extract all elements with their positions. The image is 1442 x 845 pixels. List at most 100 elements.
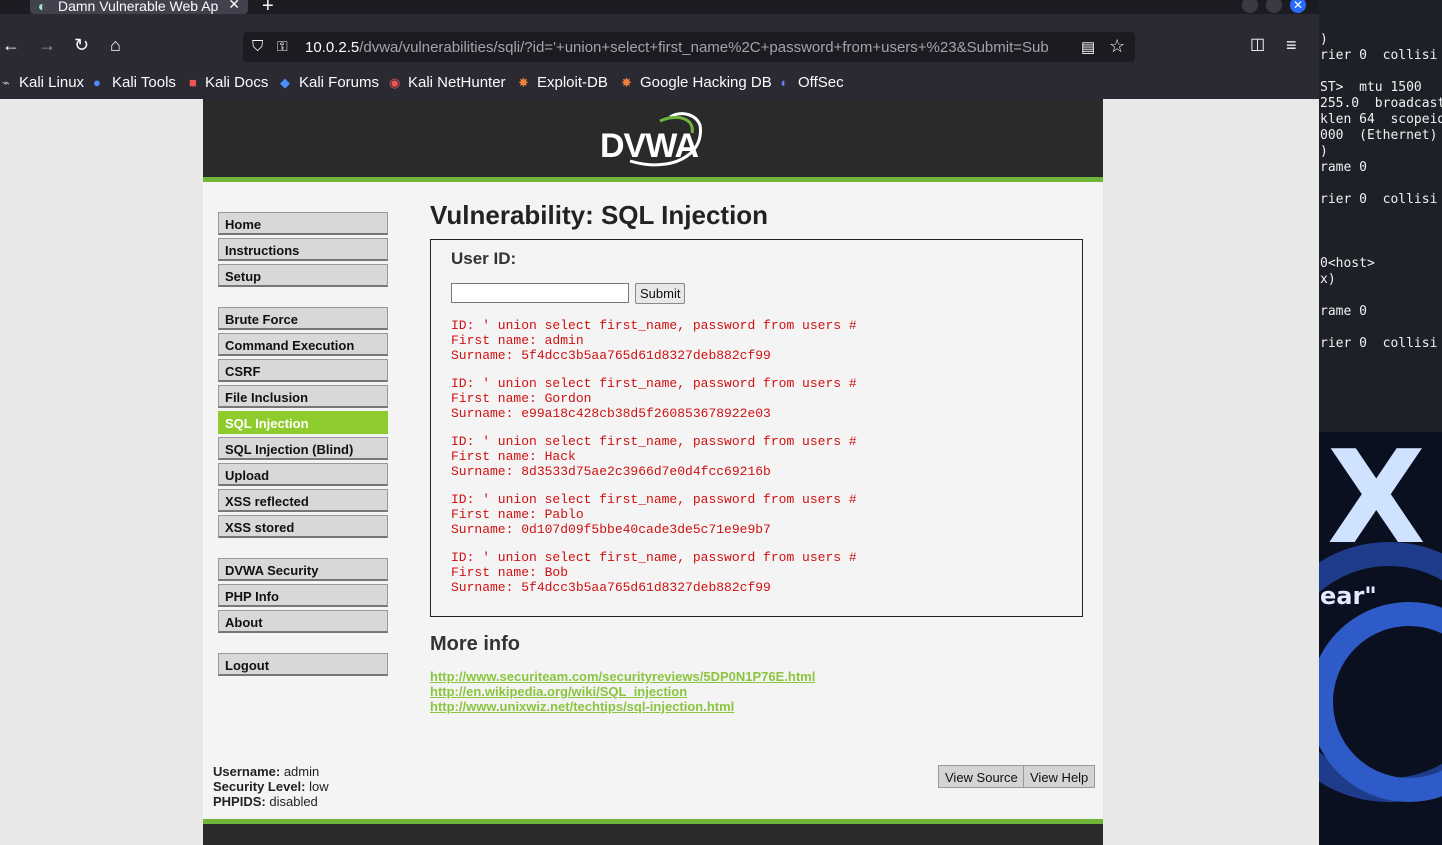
menu-item-home[interactable]: Home: [218, 212, 388, 235]
bookmark-offsec[interactable]: ◖ OffSec: [779, 74, 844, 91]
result-first-name: First name: Bob: [451, 565, 569, 580]
menu-item-instructions[interactable]: Instructions: [218, 238, 388, 261]
url-host: 10.0.2.5: [305, 39, 360, 56]
menu-icon[interactable]: ≡: [1286, 36, 1297, 54]
result-surname: Surname: 8d3533d75ae2c3966d7e0d4fcc69216…: [451, 464, 771, 479]
menu-item-upload[interactable]: Upload: [218, 463, 388, 486]
vulnerable-code-area: User ID: Submit ID: ' union select first…: [430, 239, 1083, 617]
result-first-name: First name: Hack: [451, 449, 576, 464]
navigation-toolbar: ← → ↻ ⌂ ⛉ ⚿ 10.0.2.5/dvwa/vulnerabilitie…: [0, 14, 1319, 66]
bookmark-kali-docs[interactable]: ■ Kali Docs: [189, 74, 268, 91]
browser-window: ◐ Damn Vulnerable Web Ap ✕ + ✕ ← → ↻ ⌂ ⛉ …: [0, 0, 1319, 845]
result-surname: Surname: 5f4dcc3b5aa765d61d8327deb882cf9…: [451, 348, 771, 363]
user-id-label: User ID:: [451, 249, 517, 268]
terminal-line: rame 0: [1320, 160, 1367, 175]
pocket-icon[interactable]: ◫: [1250, 36, 1265, 54]
username-row: Username: admin: [213, 764, 329, 779]
tracking-shield-icon[interactable]: ⛉: [252, 38, 263, 55]
bookmark-kali-forums[interactable]: ◆ Kali Forums: [280, 74, 379, 91]
kali-icon: ⌁: [2, 75, 10, 90]
dvwa-footer: [203, 819, 1103, 845]
menu-item-command-execution[interactable]: Command Execution: [218, 333, 388, 356]
terminal-line: rier 0 collisi: [1320, 336, 1438, 351]
minimize-button[interactable]: [1242, 0, 1258, 13]
terminal-line: rier 0 collisi: [1320, 192, 1438, 207]
tab-dvwa[interactable]: ◐ Damn Vulnerable Web Ap ✕: [30, 0, 248, 14]
offsec-icon: ◖: [779, 75, 787, 90]
terminal-line: klen 64 scopeid: [1320, 112, 1442, 127]
menu-item-php-info[interactable]: PHP Info: [218, 584, 388, 607]
forward-icon[interactable]: →: [38, 36, 56, 54]
menu-item-sql-injection-blind[interactable]: SQL Injection (Blind): [218, 437, 388, 460]
bookmark-label: Kali Docs: [205, 74, 269, 91]
phpids-row: PHPIDS: disabled: [213, 794, 329, 809]
result-first-name: First name: admin: [451, 333, 584, 348]
bookmark-kali-nethunter[interactable]: ◉ Kali NetHunter: [389, 74, 506, 91]
url-bar[interactable]: ⛉ ⚿ 10.0.2.5/dvwa/vulnerabilities/sqli/?…: [243, 32, 1135, 62]
result-id: ID: ' union select first_name, password …: [451, 376, 857, 391]
close-window-button[interactable]: ✕: [1290, 0, 1306, 13]
bookmark-label: Exploit-DB: [537, 74, 608, 91]
bookmark-google-hacking-db[interactable]: ✸ Google Hacking DB: [621, 74, 772, 91]
menu-item-dvwa-security[interactable]: DVWA Security: [218, 558, 388, 581]
bookmark-kali-linux[interactable]: ⌁ Kali Linux: [2, 74, 84, 91]
result-first-name: First name: Gordon: [451, 391, 592, 406]
link-wikipedia[interactable]: http://en.wikipedia.org/wiki/SQL_injecti…: [430, 684, 687, 699]
menu-item-file-inclusion[interactable]: File Inclusion: [218, 385, 388, 408]
user-id-input[interactable]: [451, 283, 629, 303]
tab-bar: ◐ Damn Vulnerable Web Ap ✕ + ✕: [0, 0, 1319, 17]
result-surname: Surname: 0d107d09f5bbe40cade3de5c71e9e9b…: [451, 522, 771, 537]
terminal-line: ): [1320, 32, 1328, 47]
view-source-button[interactable]: View Source: [938, 765, 1025, 788]
security-level-value: low: [309, 779, 329, 794]
bookmark-label: Google Hacking DB: [640, 74, 772, 91]
bookmarks-toolbar: ⌁ Kali Linux ● Kali Tools ■ Kali Docs ◆ Kali…: [0, 66, 1319, 99]
user-info: Username: admin Security Level: low PHPI…: [213, 764, 329, 809]
wallpaper-caption: ear": [1320, 582, 1377, 610]
back-icon[interactable]: ←: [2, 36, 20, 54]
wallpaper-letter: X: [1327, 432, 1426, 573]
menu-item-logout[interactable]: Logout: [218, 653, 388, 676]
terminal-line: rier 0 collisi: [1320, 48, 1438, 63]
menu-item-xss-reflected[interactable]: XSS reflected: [218, 489, 388, 512]
menu-item-csrf[interactable]: CSRF: [218, 359, 388, 382]
reload-icon[interactable]: ↻: [74, 36, 89, 54]
result-block: ID: ' union select first_name, password …: [451, 492, 857, 537]
insecure-lock-icon[interactable]: ⚿: [277, 38, 288, 55]
more-info-heading: More info: [430, 633, 520, 655]
result-first-name: First name: Pablo: [451, 507, 584, 522]
view-help-button[interactable]: View Help: [1023, 765, 1096, 788]
kali-forums-icon: ◆: [280, 75, 290, 90]
terminal-line: rame 0: [1320, 304, 1367, 319]
close-tab-icon[interactable]: ✕: [228, 0, 240, 13]
menu-item-sql-injection[interactable]: SQL Injection: [218, 411, 388, 434]
terminal-line: ): [1320, 144, 1328, 159]
bookmark-exploit-db[interactable]: ✸ Exploit-DB: [518, 74, 608, 91]
kali-tools-icon: ●: [93, 75, 101, 90]
maximize-button[interactable]: [1266, 0, 1282, 13]
link-securiteam[interactable]: http://www.securiteam.com/securityreview…: [430, 669, 815, 684]
result-block: ID: ' union select first_name, password …: [451, 434, 857, 479]
terminal-line: 0<host>: [1320, 256, 1375, 271]
kali-dragon-icon: ◐: [38, 0, 47, 14]
menu-item-xss-stored[interactable]: XSS stored: [218, 515, 388, 538]
result-id: ID: ' union select first_name, password …: [451, 434, 857, 449]
page-title: Vulnerability: SQL Injection: [430, 200, 769, 230]
bookmark-kali-tools[interactable]: ● Kali Tools: [93, 74, 176, 91]
submit-button[interactable]: Submit: [635, 283, 686, 304]
tab-title: Damn Vulnerable Web Ap: [58, 0, 219, 14]
home-icon[interactable]: ⌂: [110, 36, 121, 54]
menu-item-about[interactable]: About: [218, 610, 388, 633]
result-id: ID: ' union select first_name, password …: [451, 550, 857, 565]
url-text[interactable]: 10.0.2.5/dvwa/vulnerabilities/sqli/?id='…: [305, 39, 1075, 56]
desktop-wallpaper: X ear": [1319, 432, 1442, 845]
dvwa-page: DVWA Home Instructions Setup Brute Force…: [203, 99, 1103, 845]
reader-view-icon[interactable]: ▤: [1081, 38, 1095, 56]
dvwa-header: DVWA: [203, 99, 1103, 182]
menu-item-setup[interactable]: Setup: [218, 264, 388, 287]
bookmark-star-icon[interactable]: ☆: [1109, 36, 1125, 57]
security-level-label: Security Level:: [213, 779, 306, 794]
link-unixwiz[interactable]: http://www.unixwiz.net/techtips/sql-inje…: [430, 699, 734, 714]
terminal-window[interactable]: ) rier 0 collisi ST> mtu 1500 255.0 broadca…: [1319, 0, 1442, 432]
menu-item-brute-force[interactable]: Brute Force: [218, 307, 388, 330]
